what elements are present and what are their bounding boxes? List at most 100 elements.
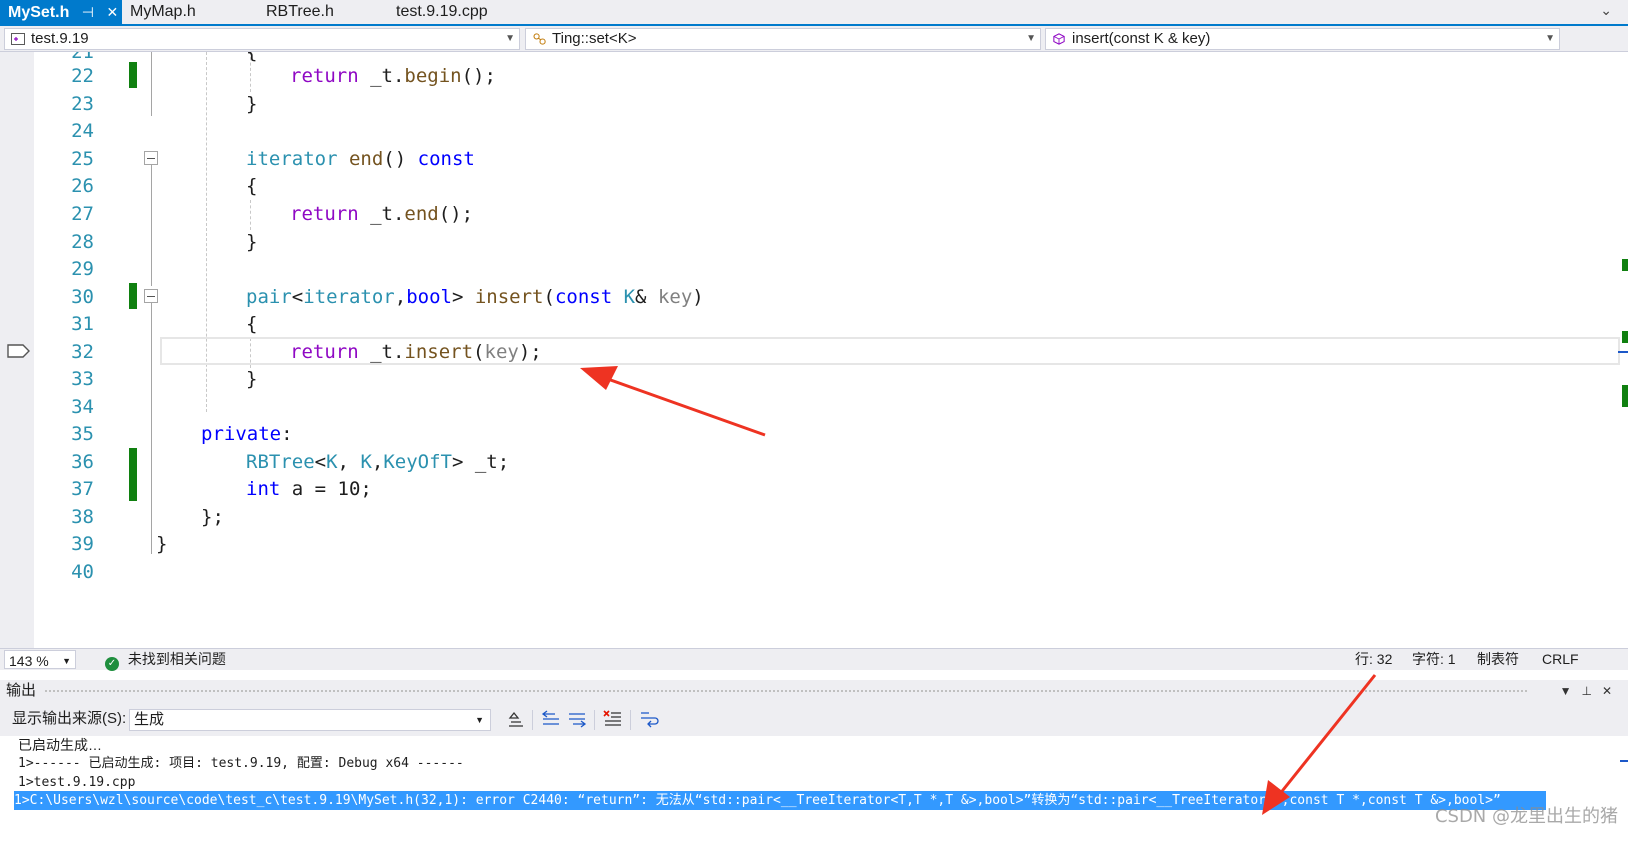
clear-all-icon[interactable] [603, 710, 623, 728]
code-line-25[interactable]: iterator end() const [246, 145, 475, 173]
collapse-toggle-icon[interactable] [144, 289, 158, 303]
output-title: 输出 [6, 682, 37, 699]
pin-icon[interactable]: ⊣ [82, 0, 94, 24]
toolbar-separator [594, 710, 595, 730]
next-message-icon[interactable] [567, 710, 587, 728]
code-line-22[interactable]: return _t.begin(); [290, 62, 496, 90]
tab-label: MySet.h [8, 4, 70, 21]
scrollbar-caret-marker [1618, 351, 1628, 353]
output-source-select[interactable]: 生成 ▼ [129, 709, 491, 731]
panel-grip[interactable] [44, 689, 1528, 694]
collapse-toggle-icon[interactable] [144, 151, 158, 165]
tab-label: test.9.19.cpp [396, 3, 488, 20]
word-wrap-icon[interactable] [639, 710, 659, 728]
line-number: 34 [71, 396, 94, 418]
line-number: 40 [71, 561, 94, 583]
line-number: 36 [71, 451, 94, 473]
output-error-line[interactable]: 1>C:\Users\wzl\source\code\test_c\test.9… [14, 791, 1546, 810]
chevron-down-icon: ▼ [62, 656, 71, 666]
line-indicator[interactable]: 行: 32 [1355, 649, 1392, 669]
scope-dropdown[interactable]: Ting::set<K> ▼ [525, 28, 1041, 50]
line-number-gutter: 21 22 23 24 25 26 27 28 29 30 31 32 33 3… [34, 52, 94, 670]
tab-mymap-h[interactable]: MyMap.h [122, 0, 248, 24]
line-number: 33 [71, 368, 94, 390]
tab-label: RBTree.h [266, 3, 334, 20]
output-toolbar: 显示输出来源(S): 生成 ▼ [0, 702, 1628, 736]
method-icon [1053, 33, 1065, 45]
change-marker [129, 283, 137, 309]
scrollbar-change-marker [1622, 385, 1628, 407]
editor-status-strip: 143 % ▼ ✓ 未找到相关问题 行: 32 字符: 1 制表符 CRLF [0, 648, 1628, 671]
code-line-38[interactable]: }; [201, 503, 224, 531]
outline-line [151, 164, 152, 286]
find-message-icon[interactable] [506, 710, 526, 728]
chevron-down-icon[interactable]: ▼ [1560, 684, 1582, 698]
tabs-indicator[interactable]: 制表符 [1477, 649, 1519, 669]
chevron-down-icon: ▼ [505, 33, 515, 44]
current-statement-arrow-icon [7, 344, 30, 358]
line-number: 22 [71, 65, 94, 87]
line-number: 28 [71, 231, 94, 253]
code-line-23[interactable]: } [246, 90, 257, 118]
toolbar-separator [630, 710, 631, 730]
code-line-26[interactable]: { [246, 172, 257, 200]
code-line-36[interactable]: RBTree<K, K,KeyOfT> _t; [246, 448, 509, 476]
chevron-down-icon: ▼ [1026, 33, 1036, 44]
tab-test-cpp[interactable]: test.9.19.cpp [388, 0, 528, 24]
chevron-down-icon: ▼ [1545, 33, 1555, 44]
scrollbar-change-marker [1622, 331, 1628, 343]
document-tab-strip: MySet.h ⊣ ✕ MyMap.h RBTree.h test.9.19.c… [0, 0, 1628, 26]
eol-indicator[interactable]: CRLF [1542, 649, 1579, 669]
member-dropdown[interactable]: insert(const K & key) ▼ [1045, 28, 1560, 50]
line-number: 35 [71, 423, 94, 445]
navigation-bar: test.9.19 ▼ Ting::set<K> ▼ insert(const … [0, 26, 1628, 52]
chevron-down-icon: ▼ [475, 715, 484, 725]
code-line-32[interactable]: return _t.insert(key); [290, 338, 542, 366]
member-name: insert(const K & key) [1072, 30, 1211, 47]
tab-rbtree-h[interactable]: RBTree.h [258, 0, 376, 24]
zoom-dropdown[interactable]: 143 % ▼ [4, 650, 76, 669]
code-line-27[interactable]: return _t.end(); [290, 200, 473, 228]
code-line-28[interactable]: } [246, 228, 257, 256]
code-line-39[interactable]: } [156, 530, 167, 558]
output-text-area[interactable]: 已启动生成… 1>------ 已启动生成: 项目: test.9.19, 配置… [0, 736, 1628, 842]
close-icon[interactable]: ✕ [1602, 684, 1622, 698]
output-panel-header: 输出 ▼⊥✕ [0, 680, 1628, 702]
tab-myset-h[interactable]: MySet.h ⊣ ✕ [0, 0, 122, 24]
scope-name: Ting::set<K> [552, 30, 637, 47]
zoom-level: 143 % [9, 653, 49, 669]
previous-message-icon[interactable] [541, 710, 561, 728]
line-number: 27 [71, 203, 94, 225]
code-line-35[interactable]: private: [201, 420, 293, 448]
line-number: 29 [71, 258, 94, 280]
code-line-33[interactable]: } [246, 365, 257, 393]
change-marker [129, 448, 137, 501]
line-number: 26 [71, 175, 94, 197]
code-line-31[interactable]: { [246, 310, 257, 338]
char-indicator[interactable]: 字符: 1 [1412, 649, 1456, 669]
glyph-margin[interactable] [0, 52, 34, 670]
code-line-30[interactable]: pair<iterator,bool> insert(const K& key) [246, 283, 704, 311]
line-number: 24 [71, 120, 94, 142]
output-source-value: 生成 [134, 711, 165, 728]
change-marker [129, 62, 137, 88]
code-line-37[interactable]: int a = 10; [246, 475, 372, 503]
chevron-down-icon[interactable]: ⌄ [1600, 2, 1612, 19]
close-icon[interactable]: ✕ [106, 0, 118, 24]
code-line-21[interactable]: { [246, 52, 257, 66]
tab-label: MyMap.h [130, 3, 196, 20]
class-template-icon [533, 33, 546, 45]
code-editor[interactable]: 21 22 23 24 25 26 27 28 29 30 31 32 33 3… [0, 52, 1628, 670]
issues-indicator[interactable]: ✓ 未找到相关问题 [105, 649, 226, 671]
output-line: 已启动生成… [18, 737, 102, 753]
line-number: 39 [71, 533, 94, 555]
indent-guide [250, 200, 251, 230]
toolbar-separator [532, 710, 533, 730]
line-number: 23 [71, 93, 94, 115]
issues-text: 未找到相关问题 [127, 651, 226, 667]
panel-header-buttons: ▼⊥✕ [1560, 680, 1622, 702]
outline-line [151, 52, 152, 116]
project-dropdown[interactable]: test.9.19 ▼ [4, 28, 520, 50]
scrollbar-change-marker [1622, 259, 1628, 271]
pin-icon[interactable]: ⊥ [1581, 684, 1601, 698]
